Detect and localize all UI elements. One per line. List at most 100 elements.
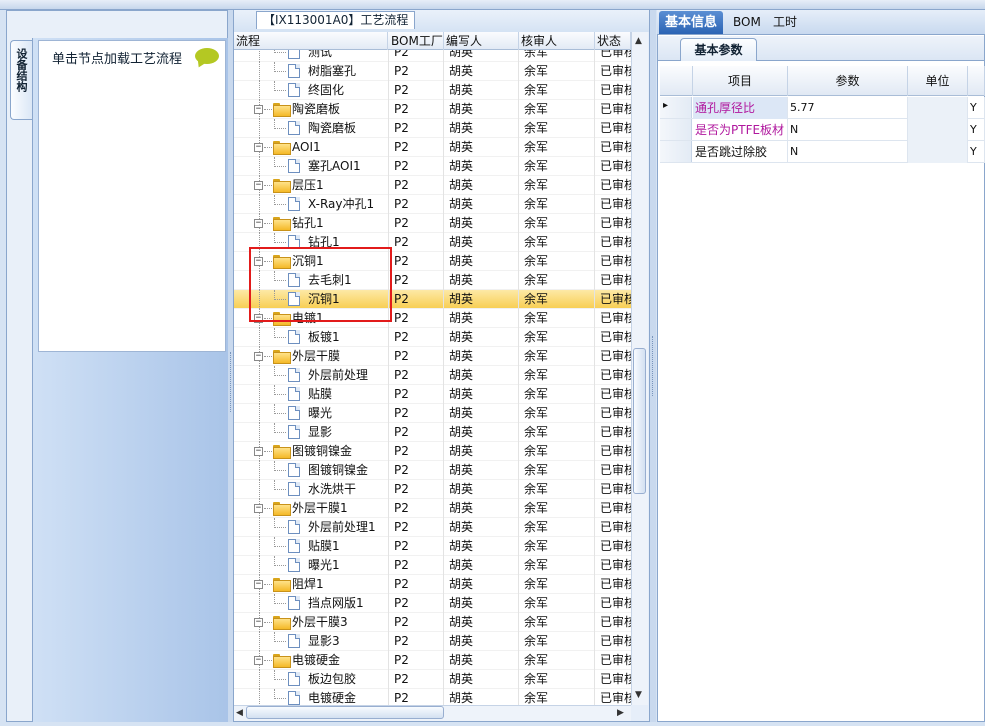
collapse-toggle-icon[interactable]: − [254,181,263,190]
tree-node-cell[interactable]: 板镀1 [234,328,388,347]
tree-step-row[interactable]: 测试 P2 胡英 余军 已审核 [234,50,631,62]
param-unit-cell[interactable] [908,119,968,141]
tree-step-row[interactable]: 水洗烘干 P2 胡英 余军 已审核 [234,480,631,499]
collapse-toggle-icon[interactable]: − [254,618,263,627]
tree-folder-row[interactable]: − 层压1 P2 胡英 余军 已审核 [234,176,631,195]
column-header-bom-factory[interactable]: BOM工厂 [389,32,444,50]
tree-node-cell[interactable]: 电镀硬金 [234,689,388,705]
tree-node-cell[interactable]: 外层前处理 [234,366,388,385]
tree-step-row[interactable]: 陶瓷磨板 P2 胡英 余军 已审核 [234,119,631,138]
tree-folder-row[interactable]: − 外层干膜1 P2 胡英 余军 已审核 [234,499,631,518]
tree-step-row[interactable]: 电镀硬金 P2 胡英 余军 已审核 [234,689,631,705]
tree-node-cell[interactable]: 显影 [234,423,388,442]
collapse-toggle-icon[interactable]: − [254,580,263,589]
collapse-toggle-icon[interactable]: − [254,352,263,361]
scroll-left-arrow-icon[interactable]: ◀ [236,708,243,718]
tree-node-cell[interactable]: − 陶瓷磨板 [234,100,388,119]
tree-node-cell[interactable]: X-Ray冲孔1 [234,195,388,214]
tree-step-row[interactable]: 外层前处理 P2 胡英 余军 已审核 [234,366,631,385]
tree-step-row[interactable]: 图镀铜镍金 P2 胡英 余军 已审核 [234,461,631,480]
column-header-param[interactable]: 参数 [788,66,908,96]
column-header-reviewer[interactable]: 核审人 [519,32,595,50]
subtab-basic-params[interactable]: 基本参数 [680,38,757,61]
tree-node-cell[interactable]: 贴膜1 [234,537,388,556]
tree-node-cell[interactable]: 测试 [234,50,388,62]
tree-node-cell[interactable]: − 阻焊1 [234,575,388,594]
tab-bom[interactable]: BOM [727,11,767,34]
tree-folder-row[interactable]: − 外层干膜3 P2 胡英 余军 已审核 [234,613,631,632]
column-header-flow[interactable]: 流程 [234,32,388,50]
tree-folder-row[interactable]: − 钻孔1 P2 胡英 余军 已审核 [234,214,631,233]
collapse-toggle-icon[interactable]: − [254,143,263,152]
tree-node-cell[interactable]: 陶瓷磨板 [234,119,388,138]
tree-folder-row[interactable]: − 阻焊1 P2 胡英 余军 已审核 [234,575,631,594]
collapse-toggle-icon[interactable]: − [254,105,263,114]
column-header-writer[interactable]: 编写人 [444,32,519,50]
tab-basic-info[interactable]: 基本信息 [659,11,724,34]
tree-folder-row[interactable]: − AOI1 P2 胡英 余军 已审核 [234,138,631,157]
tree-step-row[interactable]: 外层前处理1 P2 胡英 余军 已审核 [234,518,631,537]
tree-step-row[interactable]: 树脂塞孔 P2 胡英 余军 已审核 [234,62,631,81]
tree-vertical-scroll-thumb[interactable] [633,348,646,494]
tree-step-row[interactable]: 显影 P2 胡英 余军 已审核 [234,423,631,442]
tree-step-row[interactable]: 贴膜1 P2 胡英 余军 已审核 [234,537,631,556]
collapse-toggle-icon[interactable]: − [254,447,263,456]
tree-step-row[interactable]: 塞孔AOI1 P2 胡英 余军 已审核 [234,157,631,176]
tree-node-cell[interactable]: 终固化 [234,81,388,100]
param-unit-cell[interactable] [908,97,968,119]
param-item-cell[interactable]: 是否为PTFE板材 [693,119,788,141]
tree-node-cell[interactable]: − 图镀铜镍金 [234,442,388,461]
tree-step-row[interactable]: 板镀1 P2 胡英 余军 已审核 [234,328,631,347]
tree-node-cell[interactable]: 显影3 [234,632,388,651]
param-value-cell[interactable]: N [788,119,908,141]
column-header-status[interactable]: 状态 [595,32,631,50]
column-header-extra[interactable] [968,66,985,96]
param-item-cell[interactable]: 通孔厚径比 [693,97,788,119]
param-item-cell[interactable]: 是否跳过除胶 [693,141,788,163]
left-splitter-grip[interactable] [230,352,232,412]
tree-step-row[interactable]: 显影3 P2 胡英 余军 已审核 [234,632,631,651]
tree-step-row[interactable]: X-Ray冲孔1 P2 胡英 余军 已审核 [234,195,631,214]
tree-folder-row[interactable]: − 外层干膜 P2 胡英 余军 已审核 [234,347,631,366]
tree-folder-row[interactable]: − 电镀硬金 P2 胡英 余军 已审核 [234,651,631,670]
param-unit-cell[interactable] [908,141,968,163]
collapse-toggle-icon[interactable]: − [254,219,263,228]
tree-node-cell[interactable]: − AOI1 [234,138,388,157]
param-value-cell[interactable]: 5.77 [788,97,908,119]
tree-horizontal-scroll-thumb[interactable] [246,706,444,719]
param-flag-cell[interactable]: Y [968,97,985,119]
tab-work-hours[interactable]: 工时 [767,11,803,34]
tree-node-cell[interactable]: 外层前处理1 [234,518,388,537]
tree-node-cell[interactable]: − 钻孔1 [234,214,388,233]
tree-folder-row[interactable]: − 陶瓷磨板 P2 胡英 余军 已审核 [234,100,631,119]
tree-step-row[interactable]: 曝光 P2 胡英 余军 已审核 [234,404,631,423]
collapse-toggle-icon[interactable]: − [254,656,263,665]
tree-node-cell[interactable]: 塞孔AOI1 [234,157,388,176]
tree-node-cell[interactable]: 挡点网版1 [234,594,388,613]
collapse-toggle-icon[interactable]: − [254,504,263,513]
tree-node-cell[interactable]: 曝光1 [234,556,388,575]
param-flag-cell[interactable]: Y [968,141,985,163]
tree-step-row[interactable]: 贴膜 P2 胡英 余军 已审核 [234,385,631,404]
tree-step-row[interactable]: 板边包胶 P2 胡英 余军 已审核 [234,670,631,689]
tree-node-cell[interactable]: 曝光 [234,404,388,423]
tree-node-cell[interactable]: − 外层干膜1 [234,499,388,518]
param-value-cell[interactable]: N [788,141,908,163]
tree-node-cell[interactable]: 图镀铜镍金 [234,461,388,480]
tree-node-cell[interactable]: 板边包胶 [234,670,388,689]
tree-node-cell[interactable]: − 电镀硬金 [234,651,388,670]
tree-node-cell[interactable]: 树脂塞孔 [234,62,388,81]
scroll-down-arrow-icon[interactable]: ▼ [635,690,642,700]
tree-node-cell[interactable]: − 层压1 [234,176,388,195]
param-flag-cell[interactable]: Y [968,119,985,141]
tree-step-row[interactable]: 曝光1 P2 胡英 余军 已审核 [234,556,631,575]
tree-step-row[interactable]: 挡点网版1 P2 胡英 余军 已审核 [234,594,631,613]
right-splitter-grip[interactable] [652,336,654,396]
tree-node-cell[interactable]: − 外层干膜3 [234,613,388,632]
tree-node-cell[interactable]: − 外层干膜 [234,347,388,366]
scroll-right-arrow-icon[interactable]: ▶ [617,708,624,718]
tree-folder-row[interactable]: − 图镀铜镍金 P2 胡英 余军 已审核 [234,442,631,461]
tree-node-cell[interactable]: 贴膜 [234,385,388,404]
tree-step-row[interactable]: 终固化 P2 胡英 余军 已审核 [234,81,631,100]
column-header-unit[interactable]: 单位 [908,66,968,96]
